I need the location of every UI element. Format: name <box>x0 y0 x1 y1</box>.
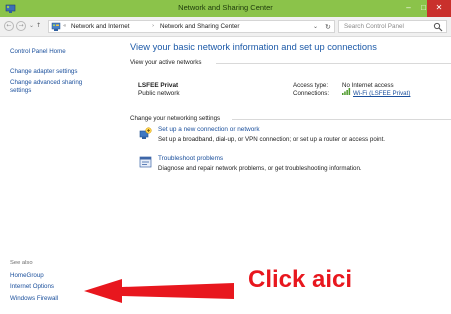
see-also-windows-firewall[interactable]: Windows Firewall <box>10 295 58 302</box>
page-title: View your basic network information and … <box>130 42 377 52</box>
see-also-homegroup[interactable]: HomeGroup <box>10 272 44 279</box>
wifi-connection-label[interactable]: Wi-Fi (LSFEE Privat) <box>353 90 410 97</box>
wifi-connection-link[interactable]: Wi-Fi (LSFEE Privat) <box>353 90 410 97</box>
back-button[interactable]: ← <box>4 21 14 31</box>
change-settings-title: Change your networking settings <box>130 115 221 122</box>
close-button[interactable]: ✕ <box>427 0 451 17</box>
see-also-internet-options[interactable]: Internet Options <box>10 283 54 290</box>
network-name: LSFEE Privat <box>138 82 179 89</box>
new-connection-icon <box>139 127 152 139</box>
troubleshoot-problems-link[interactable]: Troubleshoot problems <box>158 155 223 162</box>
refresh-icon[interactable]: ↻ <box>325 23 331 31</box>
divider <box>216 63 451 64</box>
sidebar-item-change-advanced-sharing[interactable]: Change advanced sharing settings <box>10 79 82 95</box>
address-field[interactable]: « Network and Internet › Network and Sha… <box>48 20 335 33</box>
sidebar-item-control-panel-home[interactable]: Control Panel Home <box>10 48 66 56</box>
search-placeholder: Search Control Panel <box>344 23 404 30</box>
overflow-icon[interactable]: « <box>63 23 66 29</box>
active-networks-title: View your active networks <box>130 59 202 66</box>
sidebar: Control Panel Home Change adapter settin… <box>0 38 118 314</box>
sidebar-item-change-adapter-settings[interactable]: Change adapter settings <box>10 68 77 76</box>
recent-locations-icon[interactable]: ⌄ <box>29 22 34 29</box>
see-also-label: See also <box>10 260 33 266</box>
window-title: Network and Sharing Center <box>178 3 273 12</box>
close-icon: ✕ <box>435 3 443 12</box>
wifi-signal-icon <box>342 88 351 95</box>
up-button[interactable]: ↑ <box>36 22 41 29</box>
access-type-label: Access type: <box>293 82 329 89</box>
troubleshoot-problems-desc: Diagnose and repair network problems, or… <box>158 165 362 172</box>
address-dropdown-icon[interactable]: ⌄ <box>313 23 318 30</box>
annotation-text: Click aici <box>248 266 353 293</box>
search-icon[interactable] <box>433 22 443 32</box>
title-bar: Network and Sharing Center – □ ✕ <box>0 0 451 17</box>
breadcrumb-network-sharing-center[interactable]: Network and Sharing Center <box>160 23 239 30</box>
network-type[interactable]: Public network <box>138 90 180 97</box>
search-input[interactable]: Search Control Panel <box>338 20 447 33</box>
troubleshoot-icon <box>139 156 152 168</box>
control-panel-icon <box>51 22 61 31</box>
address-toolbar: ← → ⌄ ↑ « Network and Internet › Network… <box>0 17 451 37</box>
setup-new-connection-desc: Set up a broadband, dial-up, or VPN conn… <box>158 136 386 143</box>
breadcrumb-network-internet[interactable]: Network and Internet <box>71 23 129 30</box>
forward-button[interactable]: → <box>16 21 26 31</box>
setup-new-connection-link[interactable]: Set up a new connection or network <box>158 126 260 133</box>
connections-label: Connections: <box>293 90 330 97</box>
divider <box>232 119 451 120</box>
chevron-right-icon[interactable]: › <box>152 23 154 29</box>
